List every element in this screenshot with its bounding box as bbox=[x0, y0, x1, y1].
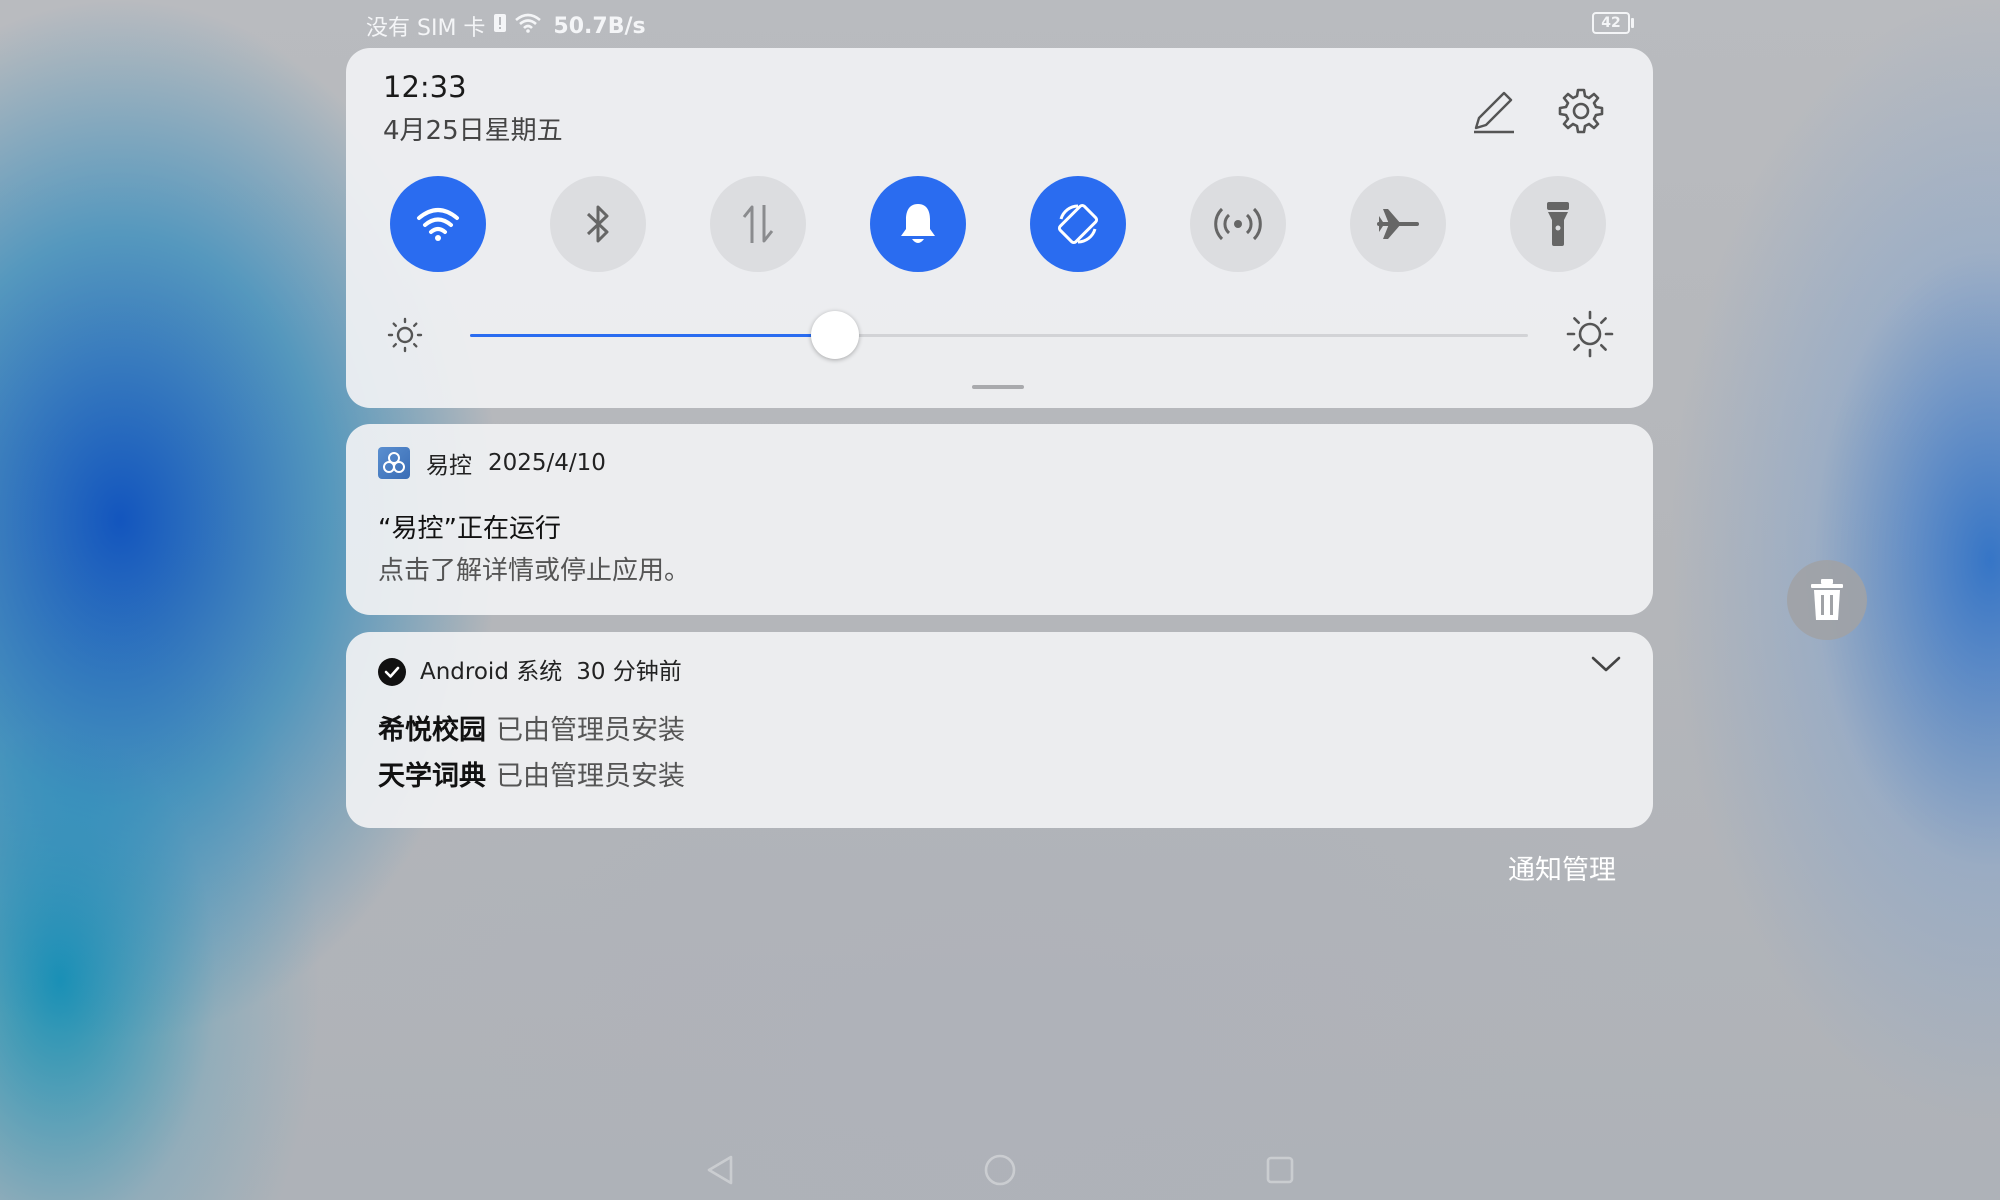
brightness-slider[interactable] bbox=[470, 311, 1528, 359]
clock-time: 12:33 bbox=[383, 70, 467, 104]
back-icon bbox=[707, 1155, 733, 1185]
toggle-row bbox=[390, 176, 1612, 272]
edit-icon[interactable] bbox=[1468, 86, 1518, 136]
clear-all-button[interactable] bbox=[1787, 560, 1867, 640]
brightness-slider-thumb[interactable] bbox=[811, 311, 859, 359]
clock-date: 4月25日星期五 bbox=[383, 116, 563, 146]
notification-time: 2025/4/10 bbox=[488, 450, 606, 476]
list-item: 天学词典 已由管理员安装 bbox=[378, 754, 685, 793]
brightness-slider-fill bbox=[470, 334, 835, 337]
bluetooth-icon bbox=[586, 205, 609, 243]
mobile-data-toggle[interactable] bbox=[710, 176, 806, 272]
flashlight-icon bbox=[1547, 202, 1569, 246]
home-icon bbox=[984, 1154, 1016, 1186]
rotate-icon bbox=[1057, 203, 1099, 245]
airplane-toggle[interactable] bbox=[1350, 176, 1446, 272]
brightness-control bbox=[386, 310, 1616, 360]
installed-app-name: 希悦校园 bbox=[378, 715, 486, 746]
airplane-icon bbox=[1377, 209, 1419, 239]
installed-app-name: 天学词典 bbox=[378, 761, 486, 792]
bell-icon bbox=[901, 204, 935, 243]
brightness-high-icon bbox=[1566, 310, 1614, 362]
hotspot-icon bbox=[1214, 207, 1262, 241]
home-button[interactable] bbox=[982, 1152, 1018, 1188]
notification-body: 点击了解详情或停止应用。 bbox=[378, 556, 691, 586]
network-speed: 50.7B/s bbox=[553, 13, 646, 39]
notification-yikong[interactable]: 易控 2025/4/10 “易控”正在运行 点击了解详情或停止应用。 bbox=[346, 424, 1653, 615]
check-icon bbox=[378, 658, 406, 686]
gear-icon[interactable] bbox=[1556, 86, 1606, 136]
notification-manage-link[interactable]: 通知管理 bbox=[1508, 848, 1616, 887]
wifi-toggle[interactable] bbox=[390, 176, 486, 272]
expand-handle[interactable] bbox=[972, 385, 1024, 389]
brightness-low-icon bbox=[386, 316, 424, 358]
yikong-app-icon bbox=[378, 447, 410, 479]
hotspot-toggle[interactable] bbox=[1190, 176, 1286, 272]
quick-settings-panel: 12:33 4月25日星期五 bbox=[346, 48, 1653, 408]
notification-title: “易控”正在运行 bbox=[378, 514, 561, 544]
notification-android-system[interactable]: Android 系统 30 分钟前 希悦校园 已由管理员安装 天学词典 已由管理… bbox=[346, 632, 1653, 828]
recents-button[interactable] bbox=[1262, 1152, 1298, 1188]
installed-app-desc: 已由管理员安装 bbox=[496, 715, 685, 746]
auto-rotate-toggle[interactable] bbox=[1030, 176, 1126, 272]
notification-time: 30 分钟前 bbox=[576, 659, 682, 685]
battery-icon: 42 bbox=[1592, 12, 1634, 34]
notification-app-name: 易控 bbox=[426, 453, 472, 479]
carrier-text: 没有 SIM 卡 bbox=[366, 16, 486, 41]
status-left: 没有 SIM 卡 50.7B/s bbox=[366, 10, 646, 42]
flashlight-toggle[interactable] bbox=[1510, 176, 1606, 272]
recents-icon bbox=[1266, 1156, 1294, 1184]
bluetooth-toggle[interactable] bbox=[550, 176, 646, 272]
sim-alert-icon bbox=[493, 13, 507, 39]
notification-header: 易控 2025/4/10 bbox=[378, 446, 606, 480]
wifi-status-icon bbox=[515, 13, 542, 39]
installed-app-desc: 已由管理员安装 bbox=[496, 761, 685, 792]
wifi-icon bbox=[417, 208, 459, 241]
trash-icon bbox=[1811, 579, 1843, 620]
notification-app-name: Android 系统 bbox=[420, 659, 563, 685]
battery-level: 42 bbox=[1601, 15, 1621, 31]
back-button[interactable] bbox=[702, 1152, 738, 1188]
data-arrows-icon bbox=[742, 205, 774, 243]
navigation-bar bbox=[0, 1140, 2000, 1200]
notification-header: Android 系统 30 分钟前 bbox=[378, 652, 682, 686]
list-item: 希悦校园 已由管理员安装 bbox=[378, 708, 685, 747]
status-bar: 没有 SIM 卡 50.7B/s 42 bbox=[0, 0, 2000, 48]
chevron-down-icon[interactable] bbox=[1589, 652, 1623, 680]
sound-toggle[interactable] bbox=[870, 176, 966, 272]
